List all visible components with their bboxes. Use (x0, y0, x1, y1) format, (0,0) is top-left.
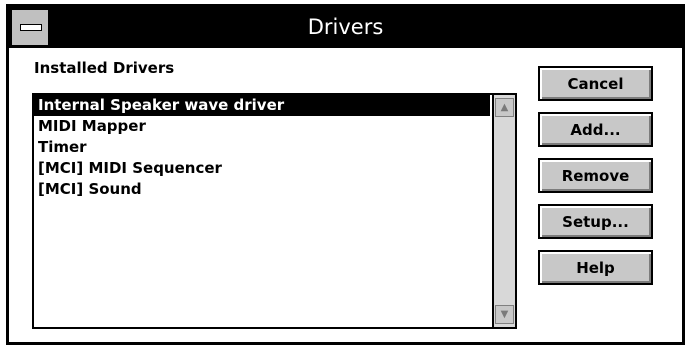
cancel-button[interactable]: Cancel (538, 66, 653, 101)
vertical-scrollbar[interactable]: ▲ ▼ (492, 95, 515, 327)
list-item[interactable]: [MCI] Sound (34, 179, 490, 200)
list-item[interactable]: Timer (34, 137, 490, 158)
scroll-up-icon[interactable]: ▲ (495, 98, 514, 117)
installed-drivers-list[interactable]: Internal Speaker wave driver MIDI Mapper… (32, 93, 517, 329)
add-button-label: Add... (570, 120, 621, 139)
system-menu-icon (20, 24, 42, 31)
help-button-label: Help (576, 258, 615, 277)
system-menu-button[interactable] (12, 10, 50, 45)
window-title: Drivers (307, 15, 384, 39)
cancel-button-label: Cancel (567, 74, 624, 93)
drivers-dialog: Drivers Installed Drivers Internal Speak… (6, 4, 685, 345)
setup-button[interactable]: Setup... (538, 204, 653, 239)
help-button[interactable]: Help (538, 250, 653, 285)
list-item[interactable]: MIDI Mapper (34, 116, 490, 137)
remove-button[interactable]: Remove (538, 158, 653, 193)
list-item[interactable]: Internal Speaker wave driver (34, 95, 490, 116)
title-bar[interactable]: Drivers (9, 7, 682, 48)
setup-button-label: Setup... (562, 212, 629, 231)
add-button[interactable]: Add... (538, 112, 653, 147)
remove-button-label: Remove (561, 166, 630, 185)
installed-drivers-label: Installed Drivers (34, 59, 175, 77)
scroll-down-icon[interactable]: ▼ (495, 305, 514, 324)
list-item[interactable]: [MCI] MIDI Sequencer (34, 158, 490, 179)
